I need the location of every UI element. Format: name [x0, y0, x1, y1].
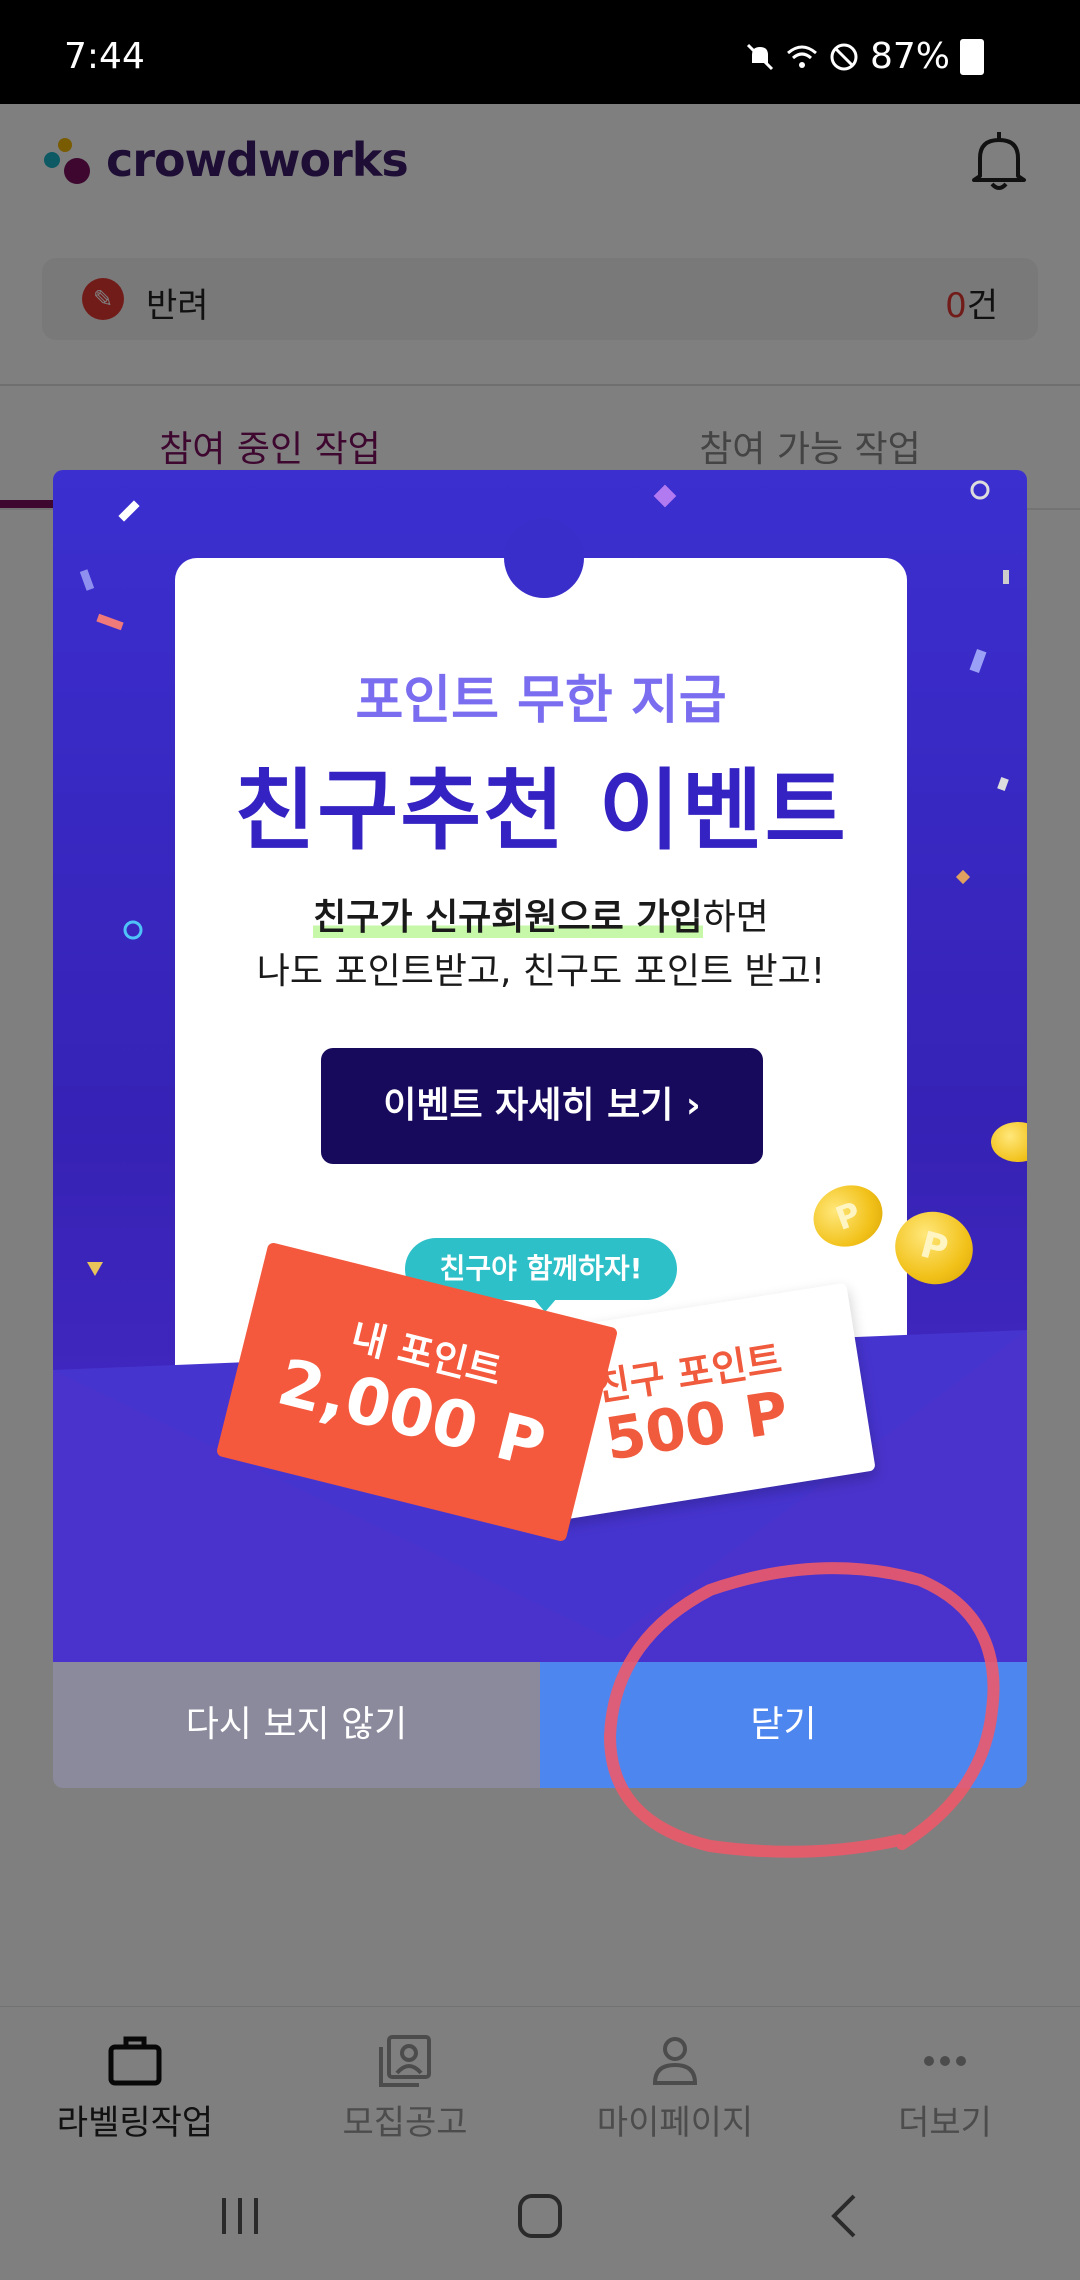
event-banner[interactable]: 포인트 무한 지급 친구추천 이벤트 친구가 신규회원으로 가입하면 나도 포인… [53, 470, 1027, 1662]
red-circle-annotation [603, 1562, 1000, 1858]
battery-icon [960, 38, 984, 75]
battery-percent: 87% [869, 36, 950, 77]
status-time: 7:44 [64, 36, 145, 77]
status-icons: 87% [744, 36, 984, 77]
wifi-icon [787, 45, 817, 68]
status-bar: 7:44 87% [0, 0, 1080, 104]
mute-icon [746, 43, 774, 70]
never-show-again-button[interactable]: 다시 보지 않기 [53, 1662, 540, 1788]
blocked-icon [830, 43, 858, 70]
